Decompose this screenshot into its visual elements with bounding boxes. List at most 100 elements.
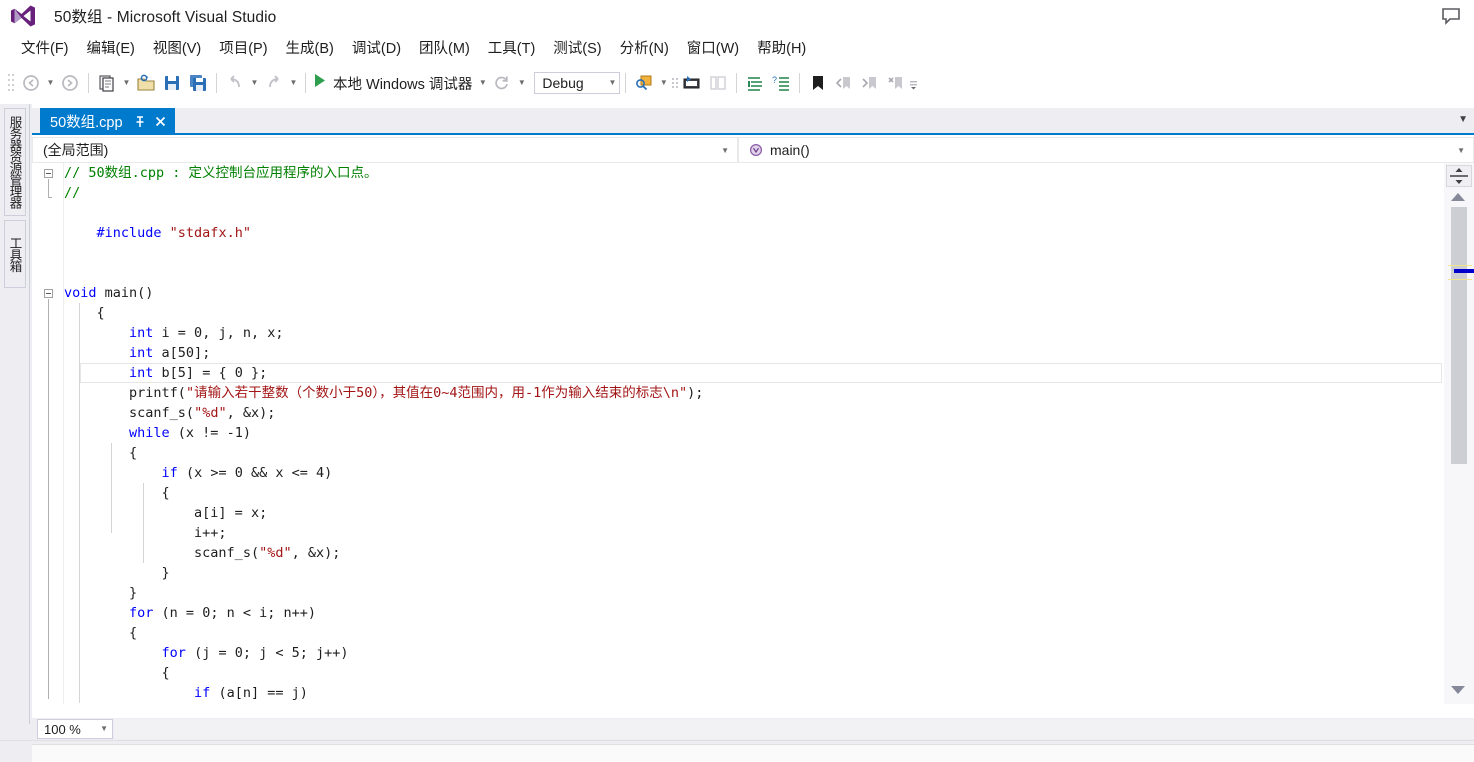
code-token: void [64, 285, 97, 301]
code-line[interactable]: { [64, 663, 1444, 683]
toolbox-icon[interactable] [705, 70, 731, 96]
scroll-down-icon[interactable] [1451, 686, 1465, 694]
code-line[interactable]: void main() [64, 283, 1444, 303]
fold-toggle-icon[interactable] [44, 289, 53, 298]
code-line[interactable] [64, 243, 1444, 263]
menu-item-project[interactable]: 项目(P) [210, 34, 276, 61]
menu-item-file[interactable]: 文件(F) [12, 34, 78, 61]
save-icon[interactable] [159, 70, 185, 96]
properties-window-icon[interactable] [679, 70, 705, 96]
toolbar-grip[interactable] [6, 72, 16, 94]
code-line[interactable]: for (n = 0; n < i; n++) [64, 603, 1444, 623]
undo-dropdown[interactable]: ▼ [248, 70, 261, 96]
menu-item-view[interactable]: 视图(V) [144, 34, 210, 61]
clear-bookmarks-icon[interactable] [883, 70, 909, 96]
uncomment-selection-icon[interactable]: ? [768, 70, 794, 96]
menu-item-tools[interactable]: 工具(T) [479, 34, 545, 61]
fold-toggle-icon[interactable] [44, 169, 53, 178]
document-tab-50array-cpp[interactable]: 50数组.cpp [40, 108, 175, 135]
navigate-backward-icon[interactable] [18, 70, 44, 96]
code-line[interactable] [64, 203, 1444, 223]
code-line[interactable]: } [64, 563, 1444, 583]
code-line[interactable]: int b[5] = { 0 }; [64, 363, 1444, 383]
code-line[interactable]: scanf_s("%d", &x); [64, 403, 1444, 423]
feedback-balloon-icon[interactable] [1440, 7, 1462, 25]
code-line[interactable]: if (x >= 0 && x <= 4) [64, 463, 1444, 483]
menu-item-build[interactable]: 生成(B) [277, 34, 343, 61]
comment-selection-icon[interactable] [742, 70, 768, 96]
code-line[interactable]: for (j = 0; j < 5; j++) [64, 643, 1444, 663]
menu-item-test[interactable]: 测试(S) [544, 34, 610, 61]
previous-bookmark-icon[interactable] [831, 70, 857, 96]
pin-icon[interactable] [133, 115, 147, 129]
menu-item-debug[interactable]: 调试(D) [343, 34, 410, 61]
scroll-up-icon[interactable] [1451, 193, 1465, 201]
new-project-dropdown[interactable]: ▼ [120, 70, 133, 96]
code-line[interactable]: scanf_s("%d", &x); [64, 543, 1444, 563]
code-line[interactable]: int a[50]; [64, 343, 1444, 363]
navigate-backward-dropdown[interactable]: ▼ [44, 70, 57, 96]
code-line[interactable] [64, 263, 1444, 283]
code-line[interactable]: i++; [64, 523, 1444, 543]
code-line[interactable]: // [64, 183, 1444, 203]
menu-item-help[interactable]: 帮助(H) [748, 34, 815, 61]
code-line[interactable]: int i = 0, j, n, x; [64, 323, 1444, 343]
member-dropdown[interactable]: main() ▼ [738, 137, 1474, 163]
toolbar-overflow-icon[interactable] [670, 70, 679, 96]
open-file-icon[interactable] [133, 70, 159, 96]
start-debugging-dropdown[interactable]: ▼ [476, 70, 489, 96]
code-line[interactable]: { [64, 483, 1444, 503]
fold-margin[interactable] [32, 163, 64, 704]
vertical-scrollbar-thumb[interactable] [1451, 207, 1467, 464]
fold-region-foot [48, 197, 52, 198]
scope-dropdown[interactable]: (全局范围) ▼ [32, 137, 738, 163]
code-line[interactable]: a[i] = x; [64, 503, 1444, 523]
code-line[interactable]: { [64, 303, 1444, 323]
menu-item-edit[interactable]: 编辑(E) [78, 34, 144, 61]
next-bookmark-icon[interactable] [857, 70, 883, 96]
navigate-forward-icon[interactable] [57, 70, 83, 96]
code-editor-surface[interactable]: // 50数组.cpp : 定义控制台应用程序的入口点。 // #include … [32, 163, 1474, 704]
code-line[interactable]: while (x != -1) [64, 423, 1444, 443]
toggle-bookmark-icon[interactable] [805, 70, 831, 96]
quick-find-dropdown[interactable]: ▼ [657, 70, 670, 96]
undo-icon[interactable] [222, 70, 248, 96]
redo-dropdown[interactable]: ▼ [287, 70, 300, 96]
horizontal-scrollbar[interactable] [114, 719, 1474, 739]
toolbar-overflow-chevron[interactable] [909, 70, 918, 96]
code-token: , &x); [226, 405, 276, 421]
code-line[interactable]: { [64, 623, 1444, 643]
save-all-icon[interactable] [185, 70, 211, 96]
code-line[interactable]: // 50数组.cpp : 定义控制台应用程序的入口点。 [64, 163, 1444, 183]
menu-item-analyze[interactable]: 分析(N) [611, 34, 678, 61]
menu-item-window[interactable]: 窗口(W) [678, 34, 748, 61]
refresh-icon[interactable] [489, 70, 515, 96]
code-line[interactable]: printf("请输入若干整数（个数小于50），其值在0~4范围内，用-1作为输… [64, 383, 1444, 403]
code-token: for [161, 645, 186, 661]
code-line[interactable]: b[j]++; [64, 703, 1444, 704]
redo-icon[interactable] [261, 70, 287, 96]
split-view-icon[interactable] [1446, 165, 1472, 187]
tabstrip-overflow-chevron-down-icon[interactable]: ▼ [1458, 114, 1468, 125]
solution-configuration-combo[interactable]: Debug ▼ [534, 72, 621, 94]
code-text-pane[interactable]: // 50数组.cpp : 定义控制台应用程序的入口点。 // #include … [64, 163, 1444, 704]
toolbar-separator [799, 73, 801, 93]
code-token: printf( [129, 385, 186, 401]
zoom-level-dropdown[interactable]: 100 % ▼ [37, 719, 113, 739]
code-line[interactable]: } [64, 583, 1444, 603]
code-token: } [161, 565, 170, 581]
new-project-icon[interactable] [94, 70, 120, 96]
code-line[interactable]: if (a[n] == j) [64, 683, 1444, 703]
start-debugging-button[interactable]: 本地 Windows 调试器 [311, 70, 476, 96]
code-token: i++; [194, 525, 227, 541]
refresh-dropdown[interactable]: ▼ [515, 70, 528, 96]
vertical-scrollbar[interactable] [1444, 163, 1474, 704]
code-token: (a[n] == j) [210, 685, 308, 701]
close-icon[interactable] [153, 114, 168, 129]
sidebar-item-server-explorer[interactable]: 服务器资源管理器 [4, 108, 26, 216]
code-line[interactable]: { [64, 443, 1444, 463]
menu-item-team[interactable]: 团队(M) [410, 34, 479, 61]
quick-find-icon[interactable] [631, 70, 657, 96]
sidebar-item-toolbox[interactable]: 工具箱 [4, 220, 26, 288]
code-line[interactable]: #include "stdafx.h" [64, 223, 1444, 243]
